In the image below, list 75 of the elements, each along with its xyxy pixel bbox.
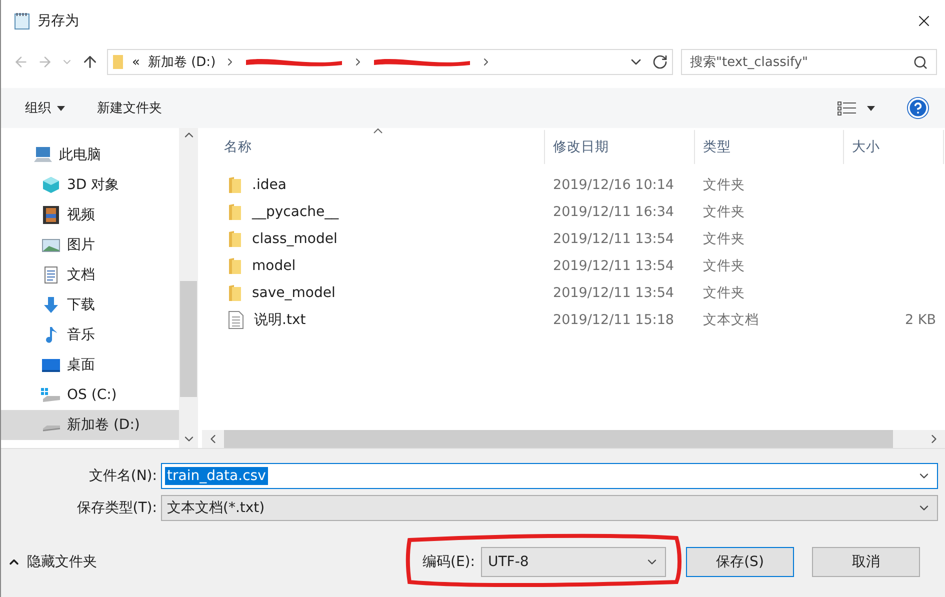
sidebar-item[interactable]: 此电脑 bbox=[1, 140, 179, 170]
file-type-label: 保存类型(T): bbox=[76, 499, 158, 517]
overflow-chevrons: « bbox=[132, 54, 140, 70]
breadcrumb[interactable]: 新加卷 (D:) bbox=[148, 53, 216, 71]
download-icon bbox=[41, 296, 61, 314]
sidebar-item[interactable]: 视频 bbox=[1, 200, 179, 230]
new-folder-button[interactable]: 新建文件夹 bbox=[97, 99, 162, 117]
folder-icon bbox=[228, 284, 242, 302]
folder-icon bbox=[228, 202, 242, 220]
modified-date: 2019/12/11 15:18 bbox=[552, 312, 676, 328]
cancel-button[interactable]: 取消 bbox=[812, 547, 920, 577]
column-header[interactable]: 大小 bbox=[844, 130, 944, 164]
file-type: 文本文档 bbox=[702, 310, 760, 328]
file-type: 文件夹 bbox=[702, 284, 746, 302]
file-name-label: 文件名(N): bbox=[88, 467, 158, 485]
folder-icon bbox=[228, 176, 242, 194]
sidebar-item[interactable]: 文档 bbox=[1, 260, 179, 290]
file-name[interactable]: class_model bbox=[252, 230, 338, 246]
scrollbar-thumb[interactable] bbox=[224, 430, 893, 448]
sidebar-item[interactable]: 新加卷 (D:) bbox=[1, 410, 179, 440]
sidebar-item[interactable]: 3D 对象 bbox=[1, 170, 179, 200]
file-name-field[interactable]: train_data.csv bbox=[161, 463, 938, 489]
modified-date: 2019/12/11 16:34 bbox=[552, 204, 676, 220]
address-bar[interactable]: « 新加卷 (D:) bbox=[107, 49, 673, 75]
search-field[interactable]: 搜索"text_classify" bbox=[681, 49, 937, 75]
file-type-dropdown[interactable]: 文本文档(*.txt) bbox=[161, 495, 938, 521]
drive-icon bbox=[41, 424, 61, 432]
folder-icon bbox=[228, 256, 242, 274]
sidebar-item[interactable]: OS (C:) bbox=[1, 380, 179, 410]
file-name[interactable]: model bbox=[252, 258, 296, 274]
folder-icon bbox=[228, 230, 242, 248]
drive-icon bbox=[41, 386, 61, 404]
file-type: 文件夹 bbox=[702, 256, 746, 274]
hide-folders-button[interactable]: 隐藏文件夹 bbox=[1, 553, 97, 571]
cube-icon bbox=[41, 176, 61, 194]
encoding-label: 编码(E): bbox=[422, 553, 475, 571]
refresh-icon[interactable] bbox=[652, 54, 668, 70]
save-button[interactable]: 保存(S) bbox=[686, 547, 794, 577]
sidebar-item[interactable]: 桌面 bbox=[1, 350, 179, 380]
image-icon bbox=[41, 236, 61, 254]
encoding-dropdown[interactable]: UTF-8 bbox=[481, 547, 666, 577]
modified-date: 2019/12/16 10:14 bbox=[552, 176, 676, 192]
file-name[interactable]: __pycache__ bbox=[252, 204, 339, 220]
modified-date: 2019/12/11 13:54 bbox=[552, 284, 676, 300]
modified-date: 2019/12/11 13:54 bbox=[552, 258, 676, 274]
column-header[interactable]: 名称 bbox=[202, 130, 545, 164]
file-type: 文件夹 bbox=[702, 176, 746, 194]
file-type: 文件夹 bbox=[702, 230, 746, 248]
file-name[interactable]: 说明.txt bbox=[254, 310, 306, 328]
computer-icon bbox=[33, 146, 53, 164]
notepad-icon bbox=[13, 12, 31, 30]
sort-ascending-icon bbox=[373, 128, 383, 134]
sidebar-item[interactable]: 图片 bbox=[1, 230, 179, 260]
film-icon bbox=[41, 206, 61, 224]
text-file-icon bbox=[228, 310, 244, 328]
caret-icon bbox=[57, 106, 65, 110]
organize-menu[interactable]: 组织 bbox=[25, 99, 65, 117]
sidebar-item[interactable]: 音乐 bbox=[1, 320, 179, 350]
window-title: 另存为 bbox=[37, 12, 80, 30]
desktop-icon bbox=[41, 356, 61, 374]
view-options-icon[interactable] bbox=[837, 100, 857, 116]
file-type: 文件夹 bbox=[702, 202, 746, 220]
folder-icon bbox=[112, 54, 124, 70]
search-icon bbox=[913, 54, 928, 70]
help-icon[interactable] bbox=[907, 97, 929, 119]
column-header[interactable]: 修改日期 bbox=[545, 130, 695, 164]
file-name[interactable]: save_model bbox=[252, 284, 336, 300]
column-header[interactable]: 类型 bbox=[695, 130, 844, 164]
file-size: 2 KB bbox=[904, 312, 937, 328]
caret-icon[interactable] bbox=[867, 106, 875, 110]
modified-date: 2019/12/11 13:54 bbox=[552, 230, 676, 246]
file-name[interactable]: .idea bbox=[252, 176, 286, 192]
scrollbar-thumb[interactable] bbox=[180, 281, 197, 397]
sidebar-item[interactable]: 下载 bbox=[1, 290, 179, 320]
up-icon[interactable] bbox=[81, 53, 99, 71]
